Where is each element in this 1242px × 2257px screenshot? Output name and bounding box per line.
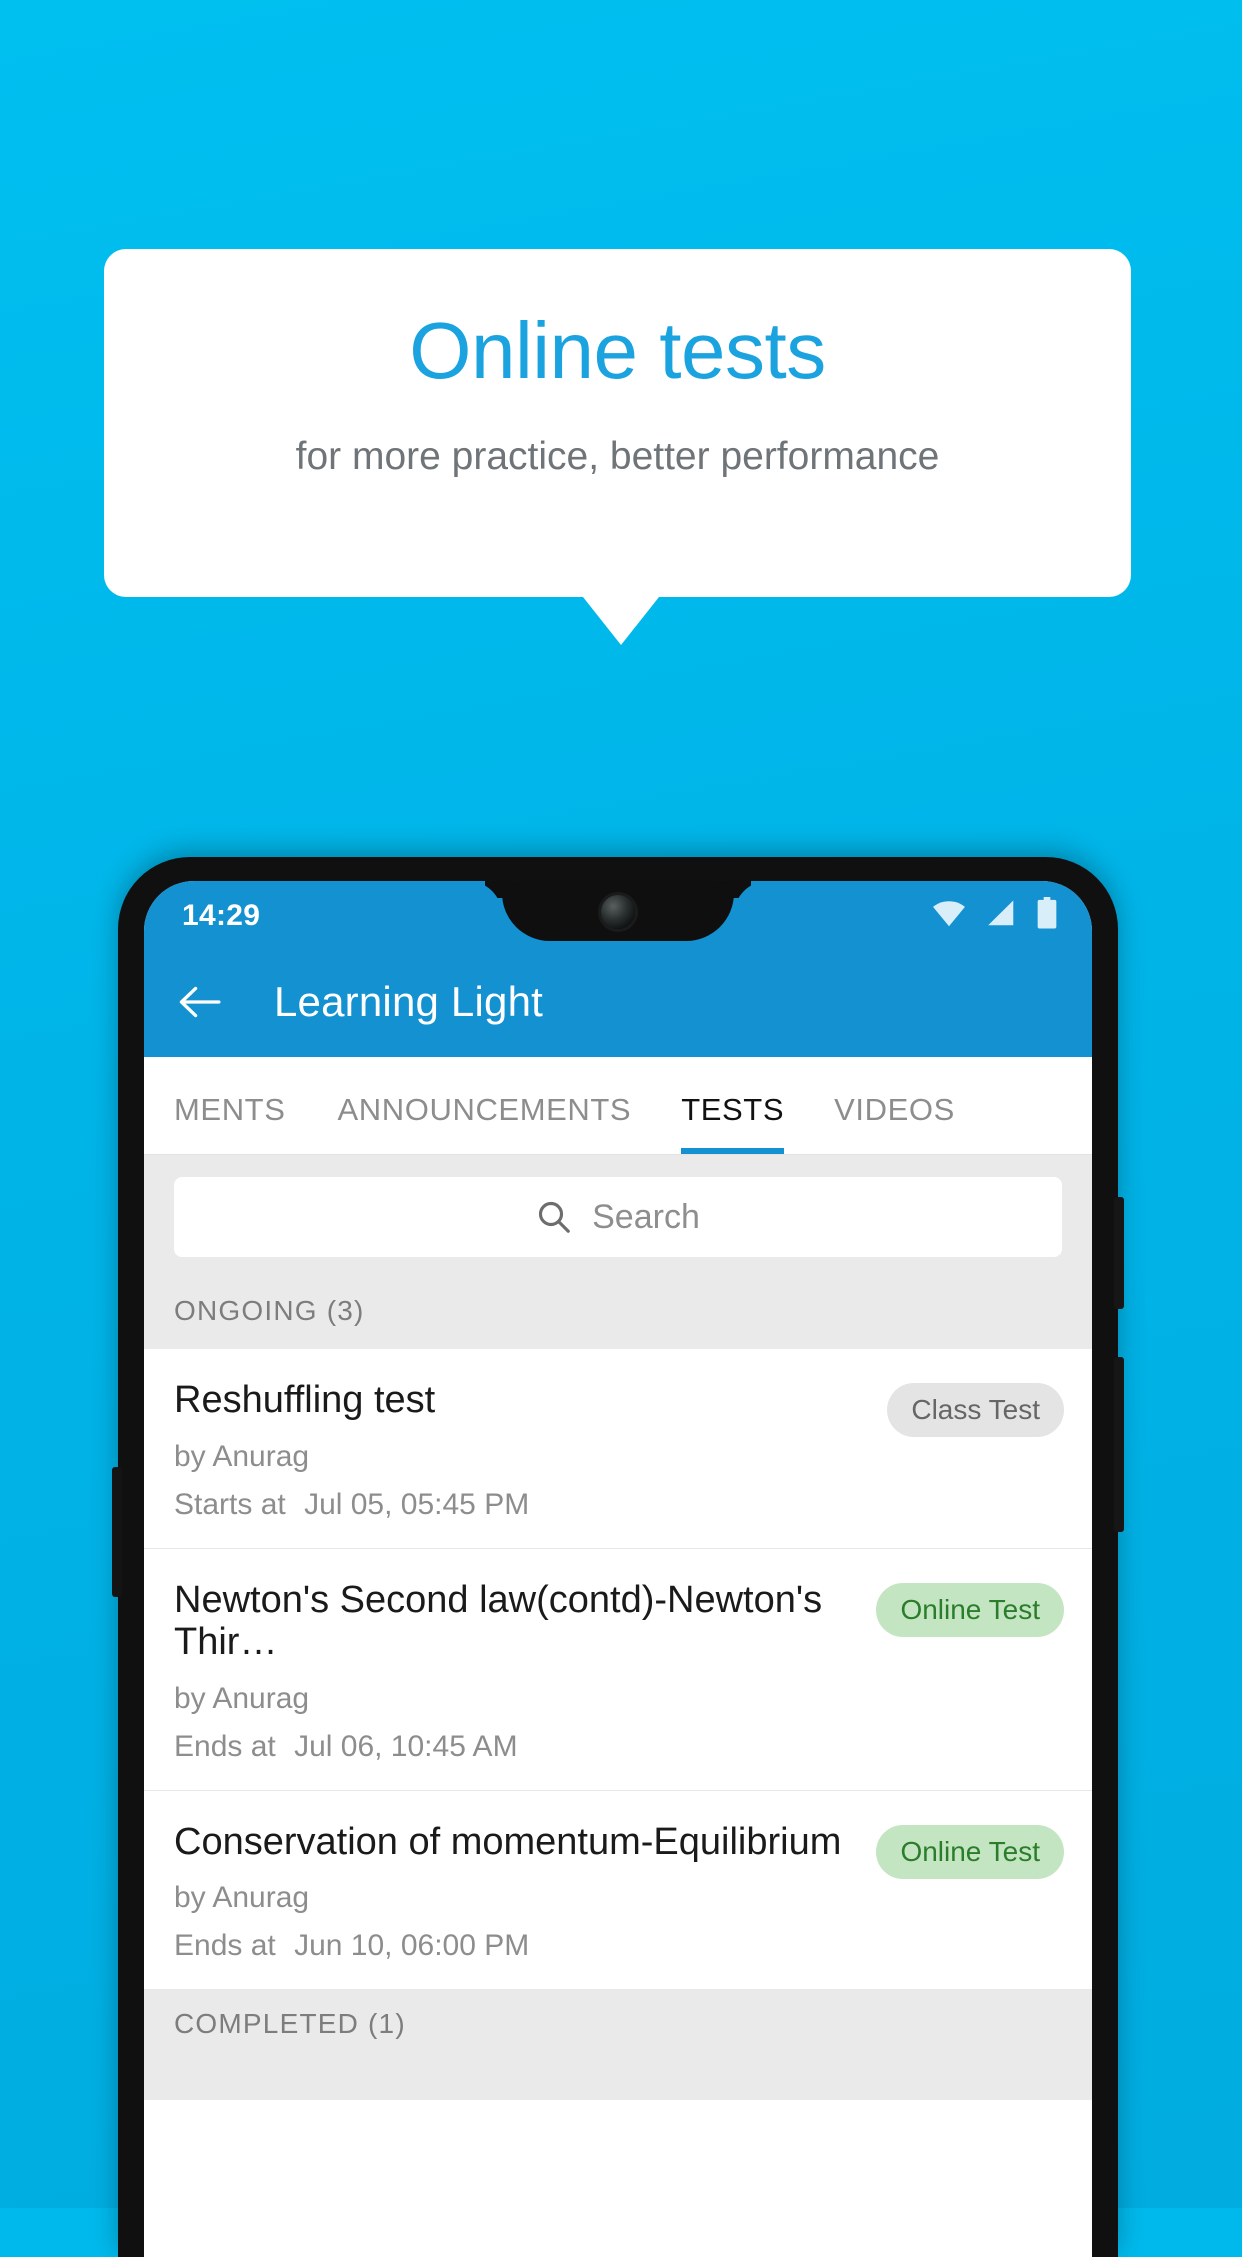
- tab-ments[interactable]: MENTS: [174, 1092, 286, 1154]
- test-list-item[interactable]: Newton's Second law(contd)-Newton's Thir…: [144, 1548, 1092, 1791]
- test-item-details: Reshuffling test by Anurag Starts at Jul…: [174, 1379, 887, 1522]
- status-bar-time: 14:29: [182, 899, 261, 932]
- tab-videos[interactable]: VIDEOS: [834, 1092, 955, 1154]
- status-bar: 14:29: [144, 881, 1092, 947]
- phone-power-button: [1114, 1357, 1124, 1532]
- tab-announcements[interactable]: ANNOUNCEMENTS: [338, 1092, 632, 1154]
- status-badge: Online Test: [876, 1582, 1064, 1637]
- phone-notch: [502, 881, 734, 941]
- phone-volume-button: [1114, 1197, 1124, 1309]
- search-bar-container: Search: [144, 1155, 1092, 1277]
- tests-content: Search ONGOING (3) Reshuffling test by A…: [144, 1155, 1092, 2257]
- test-title: Conservation of momentum-Equilibrium: [174, 1820, 842, 1863]
- section-header-ongoing: ONGOING (3): [144, 1277, 1092, 1349]
- test-time-label: Starts at: [174, 1487, 286, 1521]
- back-arrow-icon[interactable]: [178, 983, 222, 1021]
- front-camera-icon: [601, 895, 635, 929]
- test-author: by Anurag: [174, 1681, 310, 1715]
- test-time: Ends at Jul 06, 10:45 AM: [174, 1730, 858, 1764]
- tab-label: ANNOUNCEMENTS: [337, 1092, 632, 1127]
- test-author: by Anurag: [174, 1439, 310, 1473]
- promo-callout-tail: [583, 597, 659, 645]
- signal-icon: [988, 900, 1014, 926]
- test-time: Ends at Jun 10, 06:00 PM: [174, 1929, 858, 1963]
- tab-active-indicator: [681, 1148, 785, 1154]
- test-time-label: Ends at: [174, 1729, 276, 1763]
- section-header-completed: COMPLETED (1): [144, 1990, 1092, 2101]
- promo-callout-card: Online tests for more practice, better p…: [104, 249, 1131, 597]
- tab-tests[interactable]: TESTS: [681, 1092, 785, 1154]
- test-time-value: Jun 10, 06:00 PM: [294, 1929, 530, 1963]
- test-item-details: Newton's Second law(contd)-Newton's Thir…: [174, 1579, 876, 1764]
- phone-side-button: [112, 1467, 122, 1597]
- tab-bar: MENTS ANNOUNCEMENTS TESTS VIDEOS: [144, 1057, 1092, 1155]
- tab-label: MENTS: [174, 1092, 286, 1127]
- test-author: by Anurag: [174, 1881, 310, 1915]
- test-time-value: Jul 05, 05:45 PM: [304, 1487, 530, 1521]
- test-title: Reshuffling test: [174, 1379, 436, 1421]
- battery-icon: [1037, 897, 1057, 929]
- status-bar-icons: [932, 897, 1058, 929]
- app-bar-title: Learning Light: [274, 978, 544, 1025]
- test-time-value: Jul 06, 10:45 AM: [294, 1729, 518, 1763]
- wifi-icon: [933, 901, 965, 927]
- test-list-item[interactable]: Conservation of momentum-Equilibrium by …: [144, 1790, 1092, 1991]
- phone-screen: 14:29 Learning Light MENTS ANNOUNCEMENTS…: [144, 881, 1092, 2257]
- app-bar: Learning Light: [144, 947, 1092, 1057]
- status-badge: Online Test: [876, 1824, 1064, 1879]
- test-item-details: Conservation of momentum-Equilibrium by …: [174, 1821, 876, 1964]
- search-input[interactable]: Search: [174, 1177, 1062, 1257]
- tab-label: VIDEOS: [834, 1092, 955, 1127]
- test-time-label: Ends at: [174, 1929, 276, 1963]
- search-icon: [539, 1201, 570, 1233]
- test-time: Starts at Jul 05, 05:45 PM: [174, 1488, 869, 1522]
- status-badge: Class Test: [887, 1383, 1064, 1437]
- phone-device-frame: 14:29 Learning Light MENTS ANNOUNCEMENTS…: [112, 857, 1124, 2257]
- search-placeholder: Search: [592, 1197, 700, 1236]
- promo-title: Online tests: [409, 306, 826, 395]
- test-list-item[interactable]: Reshuffling test by Anurag Starts at Jul…: [144, 1349, 1092, 1549]
- test-title: Newton's Second law(contd)-Newton's Thir…: [174, 1578, 823, 1664]
- tab-label: TESTS: [681, 1092, 785, 1127]
- promo-subtitle: for more practice, better performance: [295, 435, 940, 478]
